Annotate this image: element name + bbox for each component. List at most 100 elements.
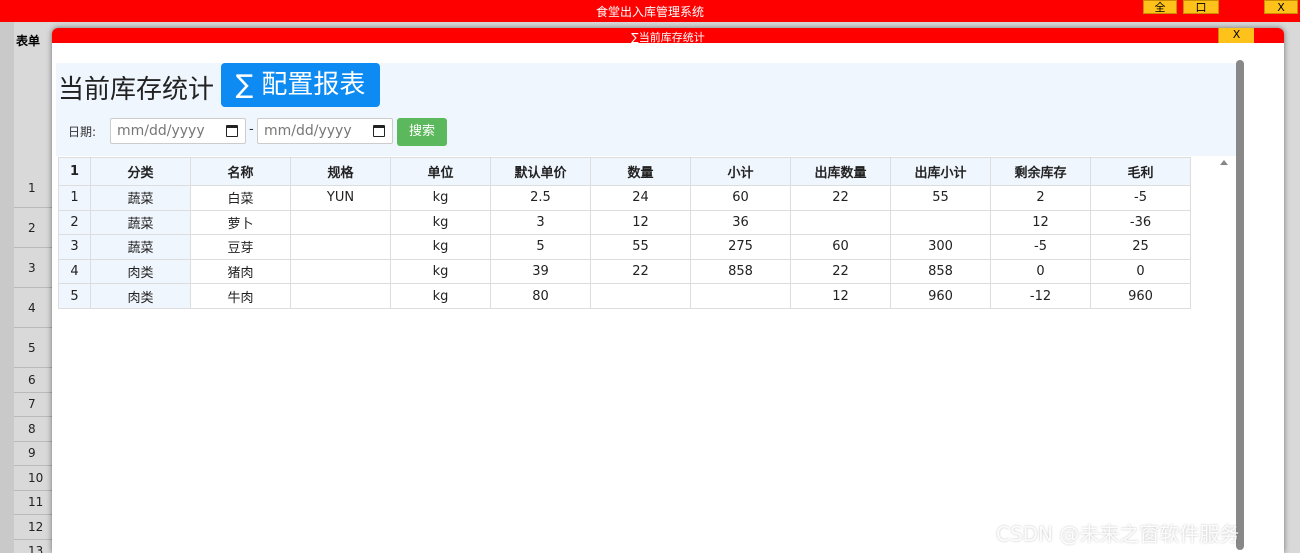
table-cell[interactable]: -12	[990, 283, 1091, 309]
table-cell[interactable]	[290, 283, 391, 309]
table-cell[interactable]: 蔬菜	[90, 234, 191, 260]
close-app-button[interactable]: X	[1264, 0, 1298, 14]
column-header[interactable]: 出库数量	[790, 157, 891, 186]
table-cell[interactable]: kg	[390, 185, 491, 211]
table-cell[interactable]: 5	[490, 234, 591, 260]
column-header[interactable]: 数量	[590, 157, 691, 186]
date-separator: -	[249, 122, 254, 137]
inventory-table: 1 分类 名称 规格 单位 默认单价 数量 小计 出库数量 出库小计 剩余库存 …	[58, 157, 1191, 309]
table-cell[interactable]	[790, 209, 891, 236]
table-cell[interactable]: 39	[490, 258, 591, 285]
table-cell[interactable]: 肉类	[90, 283, 191, 309]
table-cell[interactable]	[590, 283, 691, 309]
table-cell[interactable]: 猪肉	[190, 258, 291, 285]
table-cell[interactable]: 960	[890, 283, 991, 309]
background-tab[interactable]: 表单	[16, 32, 40, 49]
table-cell[interactable]: 4	[58, 258, 91, 285]
table-cell[interactable]: 25	[1090, 234, 1191, 260]
table-cell[interactable]: 12	[590, 209, 691, 236]
table-cell[interactable]: 蔬菜	[90, 185, 191, 211]
table-cell[interactable]: 22	[590, 258, 691, 285]
table-cell[interactable]: 萝卜	[190, 209, 291, 236]
date-from-placeholder: mm/dd/yyyy	[117, 123, 205, 139]
column-header[interactable]: 毛利	[1090, 157, 1191, 186]
column-header[interactable]: 名称	[190, 157, 291, 186]
table-cell[interactable]: 0	[990, 258, 1091, 285]
background-row-number: 4	[14, 288, 54, 328]
table-cell[interactable]: 白菜	[190, 185, 291, 211]
table-row[interactable]: 5 肉类 牛肉 kg 80 12 960 -12 960	[58, 283, 1191, 309]
table-cell[interactable]: 300	[890, 234, 991, 260]
table-cell[interactable]	[290, 258, 391, 285]
table-cell[interactable]: 60	[690, 185, 791, 211]
fullscreen-button[interactable]: 全	[1143, 0, 1177, 14]
column-header[interactable]: 出库小计	[890, 157, 991, 186]
background-row-number: 10	[14, 466, 54, 491]
table-cell[interactable]: 858	[890, 258, 991, 285]
config-report-button[interactable]: ∑ 配置报表	[221, 63, 380, 107]
table-cell[interactable]: 80	[490, 283, 591, 309]
column-header[interactable]: 剩余库存	[990, 157, 1091, 186]
table-row[interactable]: 2 蔬菜 萝卜 kg 3 12 36 12 -36	[58, 209, 1191, 236]
table-cell[interactable]: 蔬菜	[90, 209, 191, 236]
table-cell[interactable]: 36	[690, 209, 791, 236]
scroll-up-arrow-icon[interactable]	[1220, 160, 1228, 165]
table-cell[interactable]: 275	[690, 234, 791, 260]
column-header[interactable]: 分类	[90, 157, 191, 186]
table-cell[interactable]: -5	[1090, 185, 1191, 211]
table-cell[interactable]: 12	[990, 209, 1091, 236]
table-cell[interactable]: kg	[390, 234, 491, 260]
background-row-number: 9	[14, 442, 54, 466]
table-row[interactable]: 3 蔬菜 豆芽 kg 5 55 275 60 300 -5 25	[58, 234, 1191, 260]
table-cell[interactable]: 2	[990, 185, 1091, 211]
table-cell[interactable]: 858	[690, 258, 791, 285]
table-cell[interactable]: 960	[1090, 283, 1191, 309]
table-cell[interactable]: kg	[390, 283, 491, 309]
search-button[interactable]: 搜索	[397, 118, 447, 146]
table-cell[interactable]: 55	[890, 185, 991, 211]
date-to-input[interactable]: mm/dd/yyyy	[257, 118, 393, 144]
table-row[interactable]: 1 蔬菜 白菜 YUN kg 2.5 24 60 22 55 2 -5	[58, 185, 1191, 211]
calendar-icon[interactable]	[226, 125, 238, 137]
date-from-input[interactable]: mm/dd/yyyy	[110, 118, 246, 144]
table-cell[interactable]: 3	[490, 209, 591, 236]
table-cell[interactable]: -5	[990, 234, 1091, 260]
table-cell[interactable]: 5	[58, 283, 91, 309]
table-cell[interactable]: 12	[790, 283, 891, 309]
column-header[interactable]: 1	[58, 157, 91, 186]
table-cell[interactable]: 2	[58, 209, 91, 236]
table-cell[interactable]	[890, 209, 991, 236]
dialog-content: 当前库存统计 ∑ 配置报表 日期: mm/dd/yyyy - mm/dd/yyy…	[56, 63, 1236, 553]
table-row[interactable]: 4 肉类 猪肉 kg 39 22 858 22 858 0 0	[58, 258, 1191, 285]
inventory-dialog: ∑当前库存统计 X 当前库存统计 ∑ 配置报表 日期: mm/dd/yyyy -…	[52, 28, 1284, 553]
table-cell[interactable]: kg	[390, 209, 491, 236]
column-header[interactable]: 规格	[290, 157, 391, 186]
dialog-scrollbar[interactable]	[1236, 60, 1244, 550]
table-cell[interactable]: 55	[590, 234, 691, 260]
table-cell[interactable]	[290, 209, 391, 236]
table-cell[interactable]: 60	[790, 234, 891, 260]
table-cell[interactable]: 1	[58, 185, 91, 211]
column-header[interactable]: 小计	[690, 157, 791, 186]
table-cell[interactable]: kg	[390, 258, 491, 285]
table-cell[interactable]	[690, 283, 791, 309]
table-cell[interactable]: 牛肉	[190, 283, 291, 309]
background-row-number: 7	[14, 393, 54, 417]
table-cell[interactable]: 豆芽	[190, 234, 291, 260]
table-cell[interactable]: 2.5	[490, 185, 591, 211]
table-cell[interactable]: 3	[58, 234, 91, 260]
table-cell[interactable]: YUN	[290, 185, 391, 211]
table-cell[interactable]	[290, 234, 391, 260]
table-cell[interactable]: 0	[1090, 258, 1191, 285]
table-cell[interactable]: 22	[790, 258, 891, 285]
table-cell[interactable]: 肉类	[90, 258, 191, 285]
dialog-close-button[interactable]: X	[1218, 28, 1254, 43]
maximize-button[interactable]: 口	[1183, 0, 1219, 14]
column-header[interactable]: 单位	[390, 157, 491, 186]
table-cell[interactable]: -36	[1090, 209, 1191, 236]
dialog-titlebar[interactable]: ∑当前库存统计 X	[52, 28, 1284, 44]
column-header[interactable]: 默认单价	[490, 157, 591, 186]
calendar-icon[interactable]	[373, 125, 385, 137]
table-cell[interactable]: 24	[590, 185, 691, 211]
table-cell[interactable]: 22	[790, 185, 891, 211]
